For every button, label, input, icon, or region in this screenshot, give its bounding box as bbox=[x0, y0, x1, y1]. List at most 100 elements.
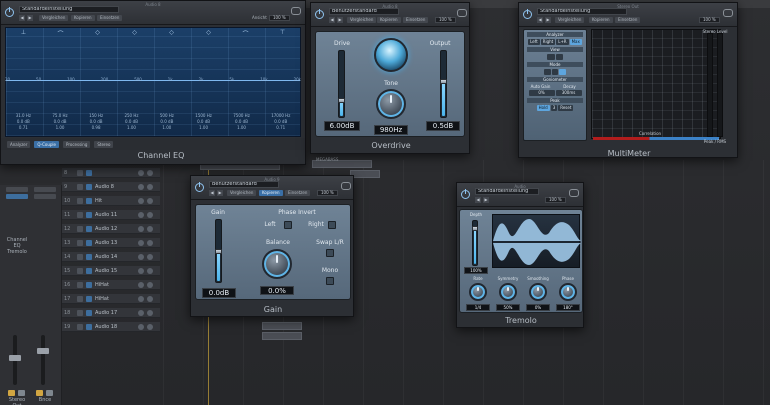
mute-button[interactable] bbox=[77, 267, 83, 274]
mute-button[interactable] bbox=[77, 309, 83, 316]
output-handle[interactable] bbox=[440, 79, 447, 84]
insert-slot[interactable] bbox=[6, 187, 28, 192]
eq-band-toggle[interactable]: ◇ bbox=[92, 29, 104, 39]
tremolo-phase-knob[interactable] bbox=[559, 283, 577, 301]
preset-menu[interactable]: Benutzerstandard bbox=[209, 181, 279, 188]
track-row[interactable]: 8 bbox=[62, 168, 160, 178]
insert-slot[interactable] bbox=[34, 187, 56, 192]
next-preset-icon[interactable]: ▶ bbox=[545, 17, 551, 23]
volume-knob[interactable] bbox=[138, 169, 144, 176]
copy-button[interactable]: Kopieren bbox=[377, 17, 401, 23]
record-button[interactable] bbox=[86, 197, 92, 204]
record-button[interactable] bbox=[86, 309, 92, 316]
track-row[interactable]: 12 Audio 12 bbox=[62, 224, 160, 234]
pan-knob[interactable] bbox=[147, 295, 153, 302]
next-preset-icon[interactable]: ▶ bbox=[337, 17, 343, 23]
record-button[interactable] bbox=[86, 281, 92, 288]
track-name[interactable]: Hit bbox=[95, 198, 135, 204]
link-icon[interactable] bbox=[341, 182, 351, 190]
mute-button[interactable] bbox=[77, 169, 83, 176]
peak-button[interactable]: Hold bbox=[536, 105, 550, 111]
record-button[interactable] bbox=[86, 295, 92, 302]
link-icon[interactable] bbox=[457, 9, 467, 17]
power-icon[interactable] bbox=[195, 182, 204, 192]
analyzer-channel-button[interactable]: Right bbox=[540, 39, 556, 45]
record-button[interactable] bbox=[86, 225, 92, 232]
track-row[interactable]: 13 Audio 13 bbox=[62, 238, 160, 248]
copy-button[interactable]: Kopieren bbox=[589, 17, 613, 23]
band-frequency[interactable]: 150 Hz bbox=[89, 113, 103, 118]
volume-knob[interactable] bbox=[138, 239, 144, 246]
view-button[interactable] bbox=[546, 54, 555, 60]
band-frequency[interactable]: 17000 Hz bbox=[271, 113, 290, 118]
mute-button[interactable] bbox=[77, 239, 83, 246]
band-q[interactable]: 1.00 bbox=[56, 125, 65, 130]
preset-menu[interactable]: Standardeinstellung bbox=[19, 6, 119, 13]
eq-band-toggle[interactable]: ◇ bbox=[203, 29, 215, 39]
audio-region[interactable] bbox=[262, 322, 302, 330]
tremolo-knob-value[interactable]: 50% bbox=[496, 304, 520, 311]
balance-value[interactable]: 0.0% bbox=[260, 286, 294, 295]
volume-knob[interactable] bbox=[138, 281, 144, 288]
zoom-select[interactable]: 100 % bbox=[269, 15, 290, 21]
paste-button[interactable]: Einsetzen bbox=[285, 190, 311, 196]
compare-button[interactable]: Vergleichen bbox=[39, 15, 69, 21]
volume-knob[interactable] bbox=[138, 225, 144, 232]
volume-knob[interactable] bbox=[138, 253, 144, 260]
view-button[interactable] bbox=[555, 54, 564, 60]
band-q[interactable]: 1.00 bbox=[199, 125, 208, 130]
balance-knob[interactable] bbox=[262, 249, 292, 279]
copy-button[interactable]: Kopieren bbox=[71, 15, 95, 21]
mute-button[interactable] bbox=[77, 253, 83, 260]
output-slider[interactable] bbox=[440, 50, 447, 118]
mute-button[interactable] bbox=[77, 281, 83, 288]
pan-knob[interactable] bbox=[147, 239, 153, 246]
pan-knob[interactable] bbox=[147, 309, 153, 316]
track-row[interactable]: 17 HiHat bbox=[62, 294, 160, 304]
pan-knob[interactable] bbox=[147, 225, 153, 232]
record-button[interactable] bbox=[86, 183, 92, 190]
band-gain[interactable]: 0.0 dB bbox=[274, 119, 287, 124]
band-frequency[interactable]: 500 Hz bbox=[160, 113, 174, 118]
volume-knob[interactable] bbox=[138, 295, 144, 302]
tremolo-knob-value[interactable]: 180° bbox=[556, 304, 580, 311]
preset-menu[interactable]: Standardeinstellung bbox=[475, 188, 539, 195]
track-name[interactable]: Audio 15 bbox=[95, 268, 135, 274]
track-row[interactable]: 16 HiHat bbox=[62, 280, 160, 290]
band-frequency[interactable]: 31.0 Hz bbox=[16, 113, 31, 118]
band-gain[interactable]: 0.0 dB bbox=[90, 119, 103, 124]
insert-slot[interactable] bbox=[6, 194, 28, 199]
spectrum-display[interactable] bbox=[591, 29, 721, 139]
peak-button[interactable]: Reset bbox=[558, 105, 574, 111]
stereo-select[interactable]: Stereo bbox=[94, 140, 114, 148]
band-q[interactable]: 1.00 bbox=[162, 125, 171, 130]
drive-slider[interactable] bbox=[338, 50, 345, 118]
eq-band-toggle[interactable]: ⊤ bbox=[277, 29, 289, 39]
eq-band-toggle[interactable]: ◇ bbox=[166, 29, 178, 39]
band-gain[interactable]: 0.0 dB bbox=[160, 119, 173, 124]
track-row[interactable]: 14 Audio 14 bbox=[62, 252, 160, 262]
volume-knob[interactable] bbox=[138, 197, 144, 204]
swap-checkbox[interactable] bbox=[326, 249, 334, 257]
record-button[interactable] bbox=[86, 323, 92, 330]
mono-checkbox[interactable] bbox=[326, 277, 334, 285]
pan-knob[interactable] bbox=[147, 169, 153, 176]
next-preset-icon[interactable]: ▶ bbox=[217, 190, 223, 196]
band-gain[interactable]: 0.0 dB bbox=[54, 119, 67, 124]
mute-button[interactable] bbox=[8, 390, 15, 396]
gain-handle[interactable] bbox=[215, 249, 222, 254]
prev-preset-icon[interactable]: ◀ bbox=[209, 190, 215, 196]
zoom-select[interactable]: 100 % bbox=[317, 190, 338, 196]
volume-knob[interactable] bbox=[138, 323, 144, 330]
mute-button[interactable] bbox=[77, 197, 83, 204]
band-gain[interactable]: 0.0 dB bbox=[197, 119, 210, 124]
gain-value[interactable]: 0.0dB bbox=[202, 288, 236, 298]
mute-button[interactable] bbox=[77, 323, 83, 330]
mode-button[interactable] bbox=[544, 69, 551, 75]
mute-button[interactable] bbox=[77, 225, 83, 232]
volume-knob[interactable] bbox=[138, 267, 144, 274]
gain-slider[interactable] bbox=[215, 219, 222, 283]
mute-button[interactable] bbox=[77, 183, 83, 190]
phase-left-checkbox[interactable] bbox=[284, 221, 292, 229]
track-row[interactable]: 10 Hit bbox=[62, 196, 160, 206]
